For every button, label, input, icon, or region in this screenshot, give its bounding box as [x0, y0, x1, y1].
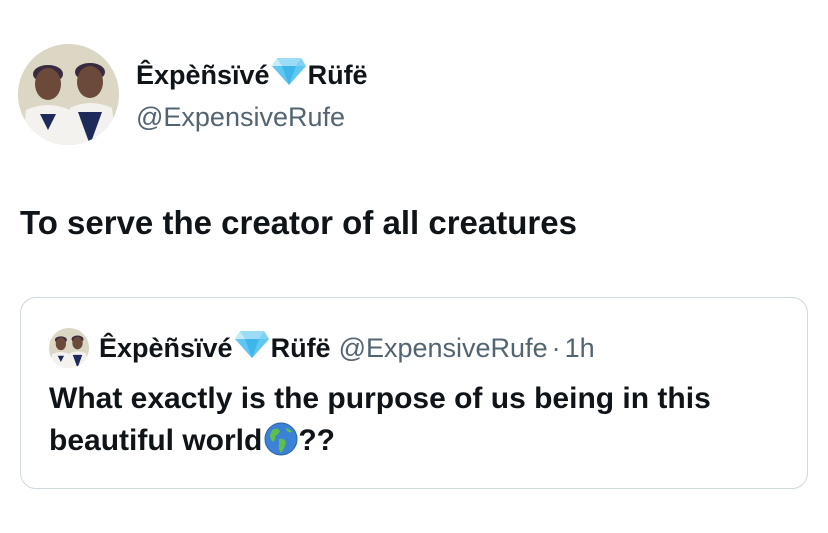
- quoted-author-avatar[interactable]: [49, 328, 89, 368]
- quoted-author-handle[interactable]: @ExpensiveRufe: [339, 331, 548, 365]
- quoted-tweet-text: What exactly is the purpose of us being …: [49, 378, 789, 468]
- tweet-card: Êxpèñsïvé Rüfë @ExpensiveRufe To serve t…: [0, 0, 828, 533]
- author-name-part2: Rüfë: [307, 59, 368, 90]
- profile-photo-icon: [18, 44, 119, 145]
- quoted-text-main: What exactly is the purpose of us being …: [49, 382, 711, 457]
- author-handle[interactable]: @ExpensiveRufe: [136, 100, 368, 134]
- quoted-text-end: ??: [298, 424, 335, 457]
- quoted-tweet[interactable]: Êxpèñsïvé Rüfë @ExpensiveRufe · 1h What …: [20, 297, 808, 489]
- author-name-part1: Êxpèñsïvé: [136, 59, 270, 90]
- gem-icon: [234, 329, 270, 367]
- quoted-author-name-part2: Rüfë: [270, 333, 331, 363]
- separator-dot: ·: [551, 333, 561, 363]
- gem-icon: [271, 56, 307, 94]
- quoted-author-display-name[interactable]: Êxpèñsïvé Rüfë: [99, 329, 331, 367]
- author-avatar[interactable]: [18, 44, 119, 145]
- author-names: Êxpèñsïvé Rüfë @ExpensiveRufe: [136, 56, 368, 134]
- profile-photo-icon: [49, 328, 89, 368]
- globe-americas-icon: [264, 422, 298, 468]
- tweet-header: Êxpèñsïvé Rüfë @ExpensiveRufe: [18, 44, 368, 145]
- tweet-text: To serve the creator of all creatures: [20, 204, 577, 241]
- quoted-author-name-part1: Êxpèñsïvé: [99, 333, 233, 363]
- quoted-timestamp[interactable]: 1h: [565, 331, 595, 365]
- author-display-name[interactable]: Êxpèñsïvé Rüfë: [136, 56, 368, 94]
- quoted-tweet-header: Êxpèñsïvé Rüfë @ExpensiveRufe · 1h: [49, 328, 595, 368]
